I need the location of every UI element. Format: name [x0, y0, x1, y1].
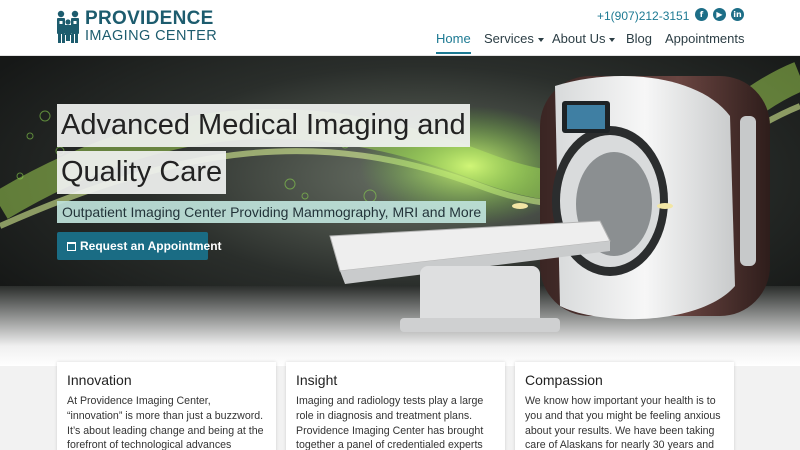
chevron-down-icon: [537, 37, 544, 42]
feature-card-insight: Insight Imaging and radiology tests play…: [286, 362, 505, 450]
nav-services-label: Services: [484, 31, 534, 46]
hero-subtitle: Outpatient Imaging Center Providing Mamm…: [57, 201, 487, 223]
hero-title-line1: Advanced Medical Imaging and: [57, 104, 470, 147]
nav-appointments[interactable]: Appointments: [665, 30, 745, 54]
card-title: Innovation: [67, 372, 132, 388]
feature-card-compassion: Compassion We know how important your he…: [515, 362, 734, 450]
nav-home[interactable]: Home: [436, 30, 471, 54]
nav-blog[interactable]: Blog: [626, 30, 652, 54]
site-header: PROVIDENCE IMAGING CENTER +1(907)212-315…: [0, 0, 800, 56]
card-text: Imaging and radiology tests play a large…: [296, 395, 484, 450]
nav-services[interactable]: Services: [484, 30, 544, 54]
feature-card-innovation: Innovation At Providence Imaging Center,…: [57, 362, 276, 450]
main-nav: Home Services About Us Blog Appointments: [0, 30, 800, 54]
card-title: Insight: [296, 372, 338, 388]
nav-about-us[interactable]: About Us: [552, 30, 616, 54]
hero-banner: Advanced Medical Imaging and Quality Car…: [0, 56, 800, 366]
request-appointment-label: Request an Appointment: [80, 239, 222, 253]
card-text: At Providence Imaging Center, “innovatio…: [67, 395, 264, 450]
linkedin-icon[interactable]: in: [731, 8, 744, 21]
youtube-icon[interactable]: ▶: [713, 8, 726, 21]
calendar-icon: [67, 242, 76, 251]
hero-title-line2: Quality Care: [57, 151, 227, 194]
card-text: We know how important your health is to …: [525, 395, 721, 450]
nav-about-label: About Us: [552, 31, 606, 46]
chevron-down-icon: [609, 37, 616, 42]
request-appointment-button[interactable]: Request an Appointment: [57, 232, 222, 260]
logo-name: PROVIDENCE: [85, 8, 214, 29]
phone-link[interactable]: +1(907)212-3151: [597, 9, 689, 23]
facebook-icon[interactable]: f: [695, 8, 708, 21]
card-title: Compassion: [525, 372, 603, 388]
